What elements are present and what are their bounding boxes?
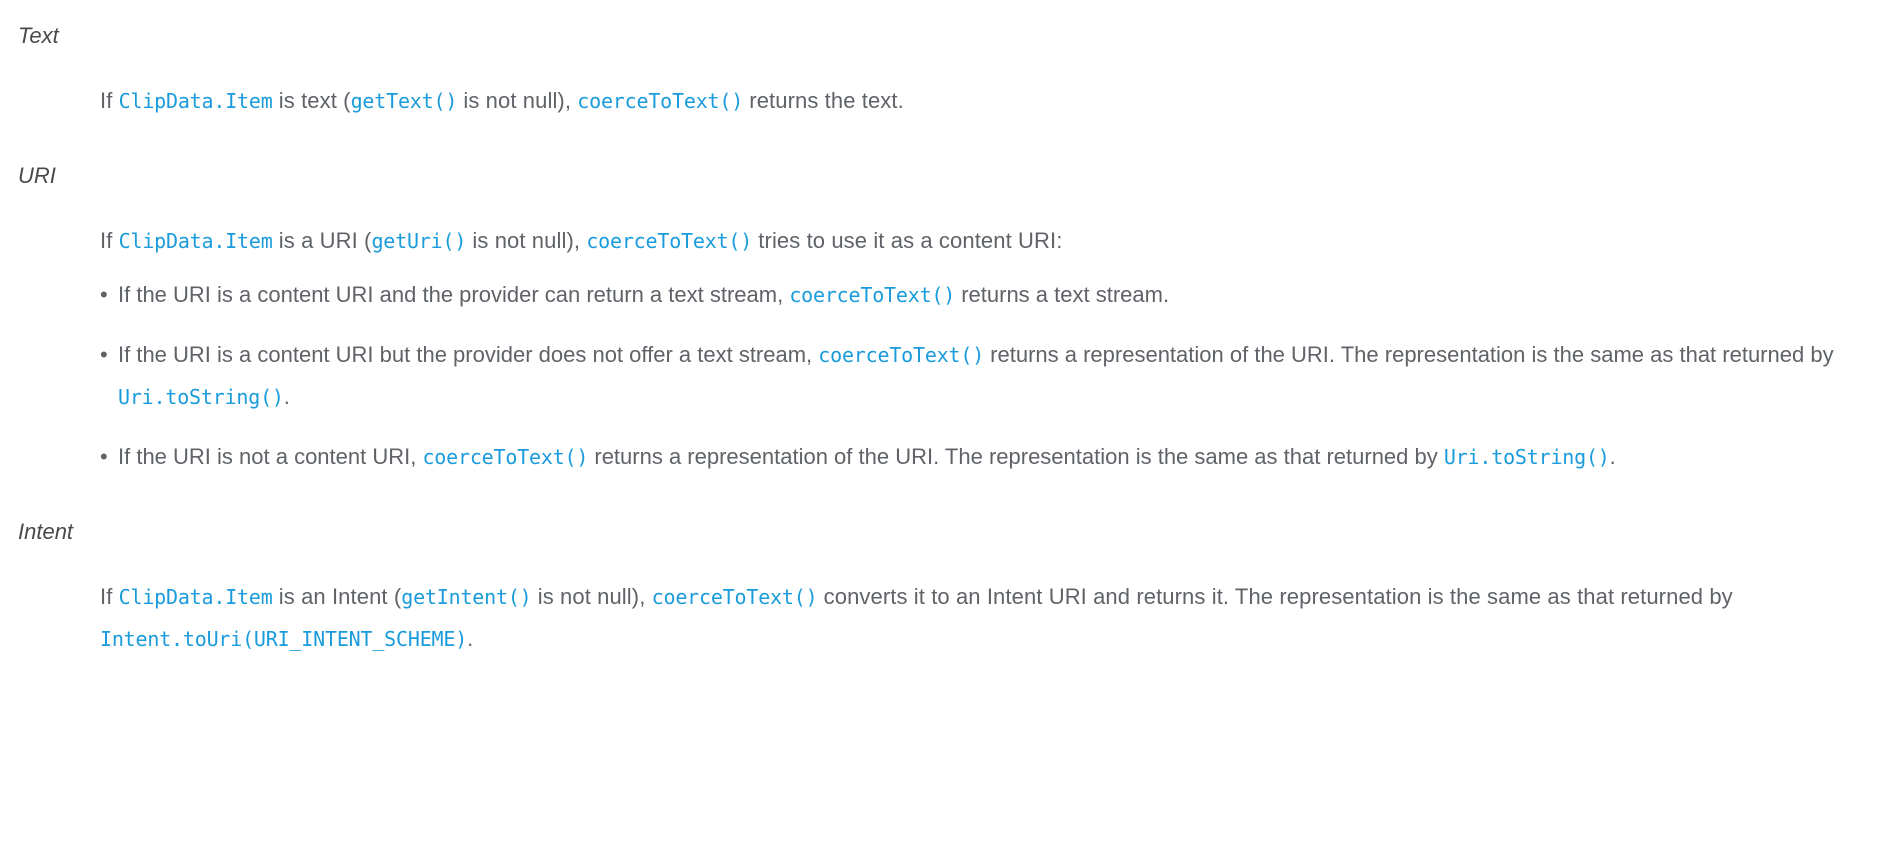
inline-text: . [283,384,290,409]
code-link[interactable]: Intent.toUri(URI_INTENT_SCHEME) [100,627,467,651]
code-link[interactable]: coerceToText() [818,343,984,367]
code-link[interactable]: ClipData.Item [119,89,273,113]
section-gap-2 [0,478,1894,518]
inline-text: returns a representation of the URI. The… [588,444,1444,469]
code-link[interactable]: coerceToText() [586,229,752,253]
top-spacer [0,0,1894,22]
code-link[interactable]: getIntent() [401,585,531,609]
inline-text: is not null), [531,584,652,609]
inline-text: . [1609,444,1616,469]
code-link[interactable]: coerceToText() [789,283,955,307]
code-link[interactable]: Uri.toString() [1444,445,1610,469]
documentation-body: Text If ClipData.Item is text (getText()… [0,0,1894,660]
inline-text: returns a representation of the URI. The… [984,342,1834,367]
code-link[interactable]: coerceToText() [422,445,588,469]
inline-text: converts it to an Intent URI and returns… [817,584,1733,609]
inline-text: is a URI ( [272,228,372,253]
inline-text: is not null), [466,228,587,253]
code-link[interactable]: getText() [351,89,458,113]
list-item-text: If the URI is not a content URI, coerceT… [118,444,1616,469]
code-link[interactable]: Uri.toString() [118,385,284,409]
paragraph-uri: If ClipData.Item is a URI (getUri() is n… [100,220,1894,262]
paragraph-list-gap [100,262,1894,274]
definition-section-uri: URI If ClipData.Item is a URI (getUri() … [0,162,1894,478]
uri-bullet-list: • If the URI is a content URI and the pro… [100,274,1894,478]
inline-text: is not null), [457,88,578,113]
inline-text: tries to use it as a content URI: [752,228,1063,253]
definition-body-text: If ClipData.Item is text (getText() is n… [0,80,1894,122]
term-body-gap [0,50,1894,80]
term-body-gap [0,190,1894,220]
inline-text: If the URI is a content URI but the prov… [118,342,819,367]
bullet-icon: • [100,342,108,367]
inline-text: If the URI is not a content URI, [118,444,423,469]
inline-text: If [100,228,119,253]
definition-section-intent: Intent If ClipData.Item is an Intent (ge… [0,518,1894,660]
list-item: • If the URI is a content URI and the pro… [100,274,1894,316]
paragraph-intent: If ClipData.Item is an Intent (getIntent… [100,576,1894,660]
bullet-icon: • [100,444,108,469]
inline-text: is an Intent ( [272,584,402,609]
definition-section-text: Text If ClipData.Item is text (getText()… [0,0,1894,122]
definition-body-uri: If ClipData.Item is a URI (getUri() is n… [0,220,1894,478]
definition-term-uri: URI [18,163,56,188]
inline-text: . [467,626,474,651]
bullet-icon: • [100,282,108,307]
list-item-text: If the URI is a content URI but the prov… [118,342,1834,409]
list-item-text: If the URI is a content URI and the prov… [118,282,1169,307]
paragraph-text: If ClipData.Item is text (getText() is n… [100,80,1894,122]
definition-term-text: Text [18,23,59,48]
inline-text: returns a text stream. [955,282,1170,307]
code-link[interactable]: ClipData.Item [119,585,273,609]
list-item: • If the URI is a content URI but the pro… [100,334,1894,418]
term-body-gap [0,546,1894,576]
inline-text: If [100,584,119,609]
section-gap-1 [0,122,1894,162]
inline-text: If the URI is a content URI and the prov… [118,282,790,307]
list-item: • If the URI is not a content URI, coerce… [100,436,1894,478]
inline-text: returns the text. [743,88,904,113]
inline-text: If [100,88,119,113]
definition-body-intent: If ClipData.Item is an Intent (getIntent… [0,576,1894,660]
definition-term-intent: Intent [18,519,74,544]
code-link[interactable]: coerceToText() [577,89,743,113]
code-link[interactable]: ClipData.Item [119,229,273,253]
inline-text: is text ( [272,88,351,113]
code-link[interactable]: coerceToText() [652,585,818,609]
code-link[interactable]: getUri() [371,229,466,253]
